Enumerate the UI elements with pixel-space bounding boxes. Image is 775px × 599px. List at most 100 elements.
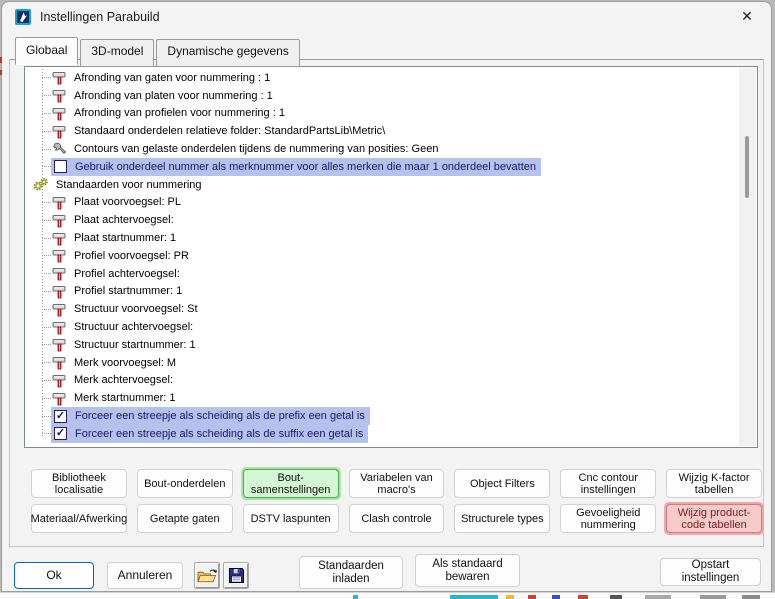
hammer-icon [51,106,67,121]
button-materiaal-afwerking[interactable]: Materiaal/Afwerking [31,504,127,533]
button-bibliotheek-localisatie[interactable]: Bibliotheek localisatie [31,469,127,498]
settings-tree-list[interactable]: Afronding van gaten voor nummering : 1 Af… [24,66,758,448]
settings-button-label: Getapte gaten [150,513,220,525]
button-variabelen-van-macro-s[interactable]: Variabelen van macro's [349,469,445,498]
wrench-icon [51,142,67,157]
tree-row[interactable]: Structuur voorvoegsel: St [26,300,738,318]
tree-row[interactable]: ✓ Forceer een streepje als scheiding als … [26,407,738,425]
tree-row-label: Structuur voorvoegsel: St [74,303,198,315]
tree-row[interactable]: Standaarden voor nummering [26,176,738,194]
tree-row[interactable]: Plaat voorvoegsel: PL [26,194,738,212]
tab-dynamische-gegevens[interactable]: Dynamische gegevens [156,39,299,67]
settings-button-label: Clash controle [361,513,431,525]
checkbox-unchecked-icon[interactable] [54,160,67,173]
hammer-icon [51,70,67,85]
save-settings-button[interactable] [223,562,249,589]
tree-row-label: Forceer een streepje als scheiding als d… [75,410,365,422]
tree-row[interactable]: ✓ Forceer een streepje als scheiding als … [26,425,738,443]
button-cnc-contour-instellingen[interactable]: Cnc contour instellingen [560,469,656,498]
settings-button-label: Object Filters [470,478,535,490]
tree-row[interactable]: Plaat achtervoegsel: [26,211,738,229]
settings-button-label: Bout-samenstellingen [246,472,336,496]
tree-row[interactable]: Profiel voorvoegsel: PR [26,247,738,265]
tree-row-label: Plaat voorvoegsel: PL [74,196,181,208]
hammer-icon [51,337,67,352]
settings-button-label: Gevoeligheid nummering [563,507,653,531]
tree-row[interactable]: Profiel startnummer: 1 [26,283,738,301]
open-settings-button[interactable] [194,562,220,589]
load-defaults-button[interactable]: Standaarden inladen [299,556,403,589]
settings-button-cell: Getapte gaten [135,502,235,535]
button-getapte-gaten[interactable]: Getapte gaten [137,504,233,533]
highlighted-row-content: ✓ Forceer een streepje als scheiding als … [51,425,368,443]
tree-row-label: Profiel startnummer: 1 [74,285,182,297]
ok-button[interactable]: Ok [14,562,94,589]
tree-row[interactable]: Merk achtervoegsel: [26,372,738,390]
tree-row-label: Plaat startnummer: 1 [74,232,176,244]
taskbar-app-sliver [528,595,536,599]
button-bout-samenstellingen[interactable]: Bout-samenstellingen [243,469,339,498]
tree-row-label: Profiel voorvoegsel: PR [74,250,189,262]
tree-row[interactable]: Plaat startnummer: 1 [26,229,738,247]
button-gevoeligheid-nummering[interactable]: Gevoeligheid nummering [560,504,656,533]
tree-row-label: Afronding van platen voor nummering : 1 [74,90,273,102]
background-window-sliver [0,57,2,63]
tree-row-label: Forceer een streepje als scheiding als d… [75,428,363,440]
hammer-icon [51,284,67,299]
tree-row[interactable]: Gebruik onderdeel nummer als merknummer … [26,158,738,176]
tree-row[interactable]: Merk voorvoegsel: M [26,354,738,372]
tree-row-label: Standaard onderdelen relatieve folder: S… [74,125,385,137]
button-structurele-types[interactable]: Structurele types [454,504,550,533]
tree-row[interactable]: Contours van gelaste onderdelen tijdens … [26,140,738,158]
tree-row[interactable]: Afronding van profielen voor nummering :… [26,105,738,123]
tab-3d-model[interactable]: 3D-model [80,39,154,67]
button-dstv-laspunten[interactable]: DSTV laspunten [243,504,339,533]
button-clash-controle[interactable]: Clash controle [349,504,445,533]
hammer-icon [51,88,67,103]
tree-row-label: Profiel achtervoegsel: [74,268,180,280]
settings-button-cell: Cnc contour instellingen [558,467,658,500]
hammer-icon [51,391,67,406]
close-button[interactable]: ✕ [727,2,767,31]
settings-button-label: Variabelen van macro's [352,472,442,496]
hammer-icon [51,302,67,317]
taskbar-sliver [0,592,775,599]
highlighted-row-content: ✓ Forceer een streepje als scheiding als … [51,407,370,425]
highlighted-row-content: Gebruik onderdeel nummer als merknummer … [51,158,541,176]
tab-globaal[interactable]: Globaal [15,37,78,65]
tab-page-globaal: Afronding van gaten voor nummering : 1 Af… [9,59,764,547]
group-icon [33,177,49,192]
tree-row[interactable]: Standaard onderdelen relatieve folder: S… [26,122,738,140]
tree-row[interactable]: Afronding van gaten voor nummering : 1 [26,69,738,87]
tree-row[interactable]: Structuur achtervoegsel: [26,318,738,336]
settings-button-label: Bibliotheek localisatie [34,472,124,496]
startup-settings-button[interactable]: Opstart instellingen [660,558,761,586]
settings-button-cell: Wijzig product-code tabellen [664,502,764,535]
settings-button-cell: Variabelen van macro's [347,467,447,500]
tree-row-label: Plaat achtervoegsel: [74,214,174,226]
settings-button-label: Bout-onderdelen [144,478,225,490]
hammer-icon [51,248,67,263]
save-as-default-button[interactable]: Als standaard bewaren [415,554,520,587]
button-wijzig-k-factor-tabellen[interactable]: Wijzig K-factor tabellen [666,469,762,498]
scrollbar-thumb[interactable] [745,136,749,198]
tree-row[interactable]: Structuur startnummer: 1 [26,336,738,354]
tree-row-label: Structuur startnummer: 1 [74,339,196,351]
close-icon: ✕ [741,8,753,25]
button-bout-onderdelen[interactable]: Bout-onderdelen [137,469,233,498]
tree-row-label: Merk achtervoegsel: [74,374,173,386]
button-object-filters[interactable]: Object Filters [454,469,550,498]
folder-open-icon [197,568,218,584]
tree-row[interactable]: Merk startnummer: 1 [26,389,738,407]
button-wijzig-product-code-tabellen[interactable]: Wijzig product-code tabellen [666,504,762,533]
tree-row[interactable]: Afronding van platen voor nummering : 1 [26,87,738,105]
checkbox-checked-icon[interactable]: ✓ [54,427,67,440]
cancel-button[interactable]: Annuleren [107,562,183,589]
taskbar-app-sliver [742,595,760,599]
settings-button-cell: Materiaal/Afwerking [29,502,129,535]
tree-row[interactable]: Profiel achtervoegsel: [26,265,738,283]
scrollbar-track[interactable] [739,68,756,446]
checkbox-checked-icon[interactable]: ✓ [54,410,67,423]
settings-button-label: Structurele types [461,513,544,525]
settings-button-cell: DSTV laspunten [241,502,341,535]
